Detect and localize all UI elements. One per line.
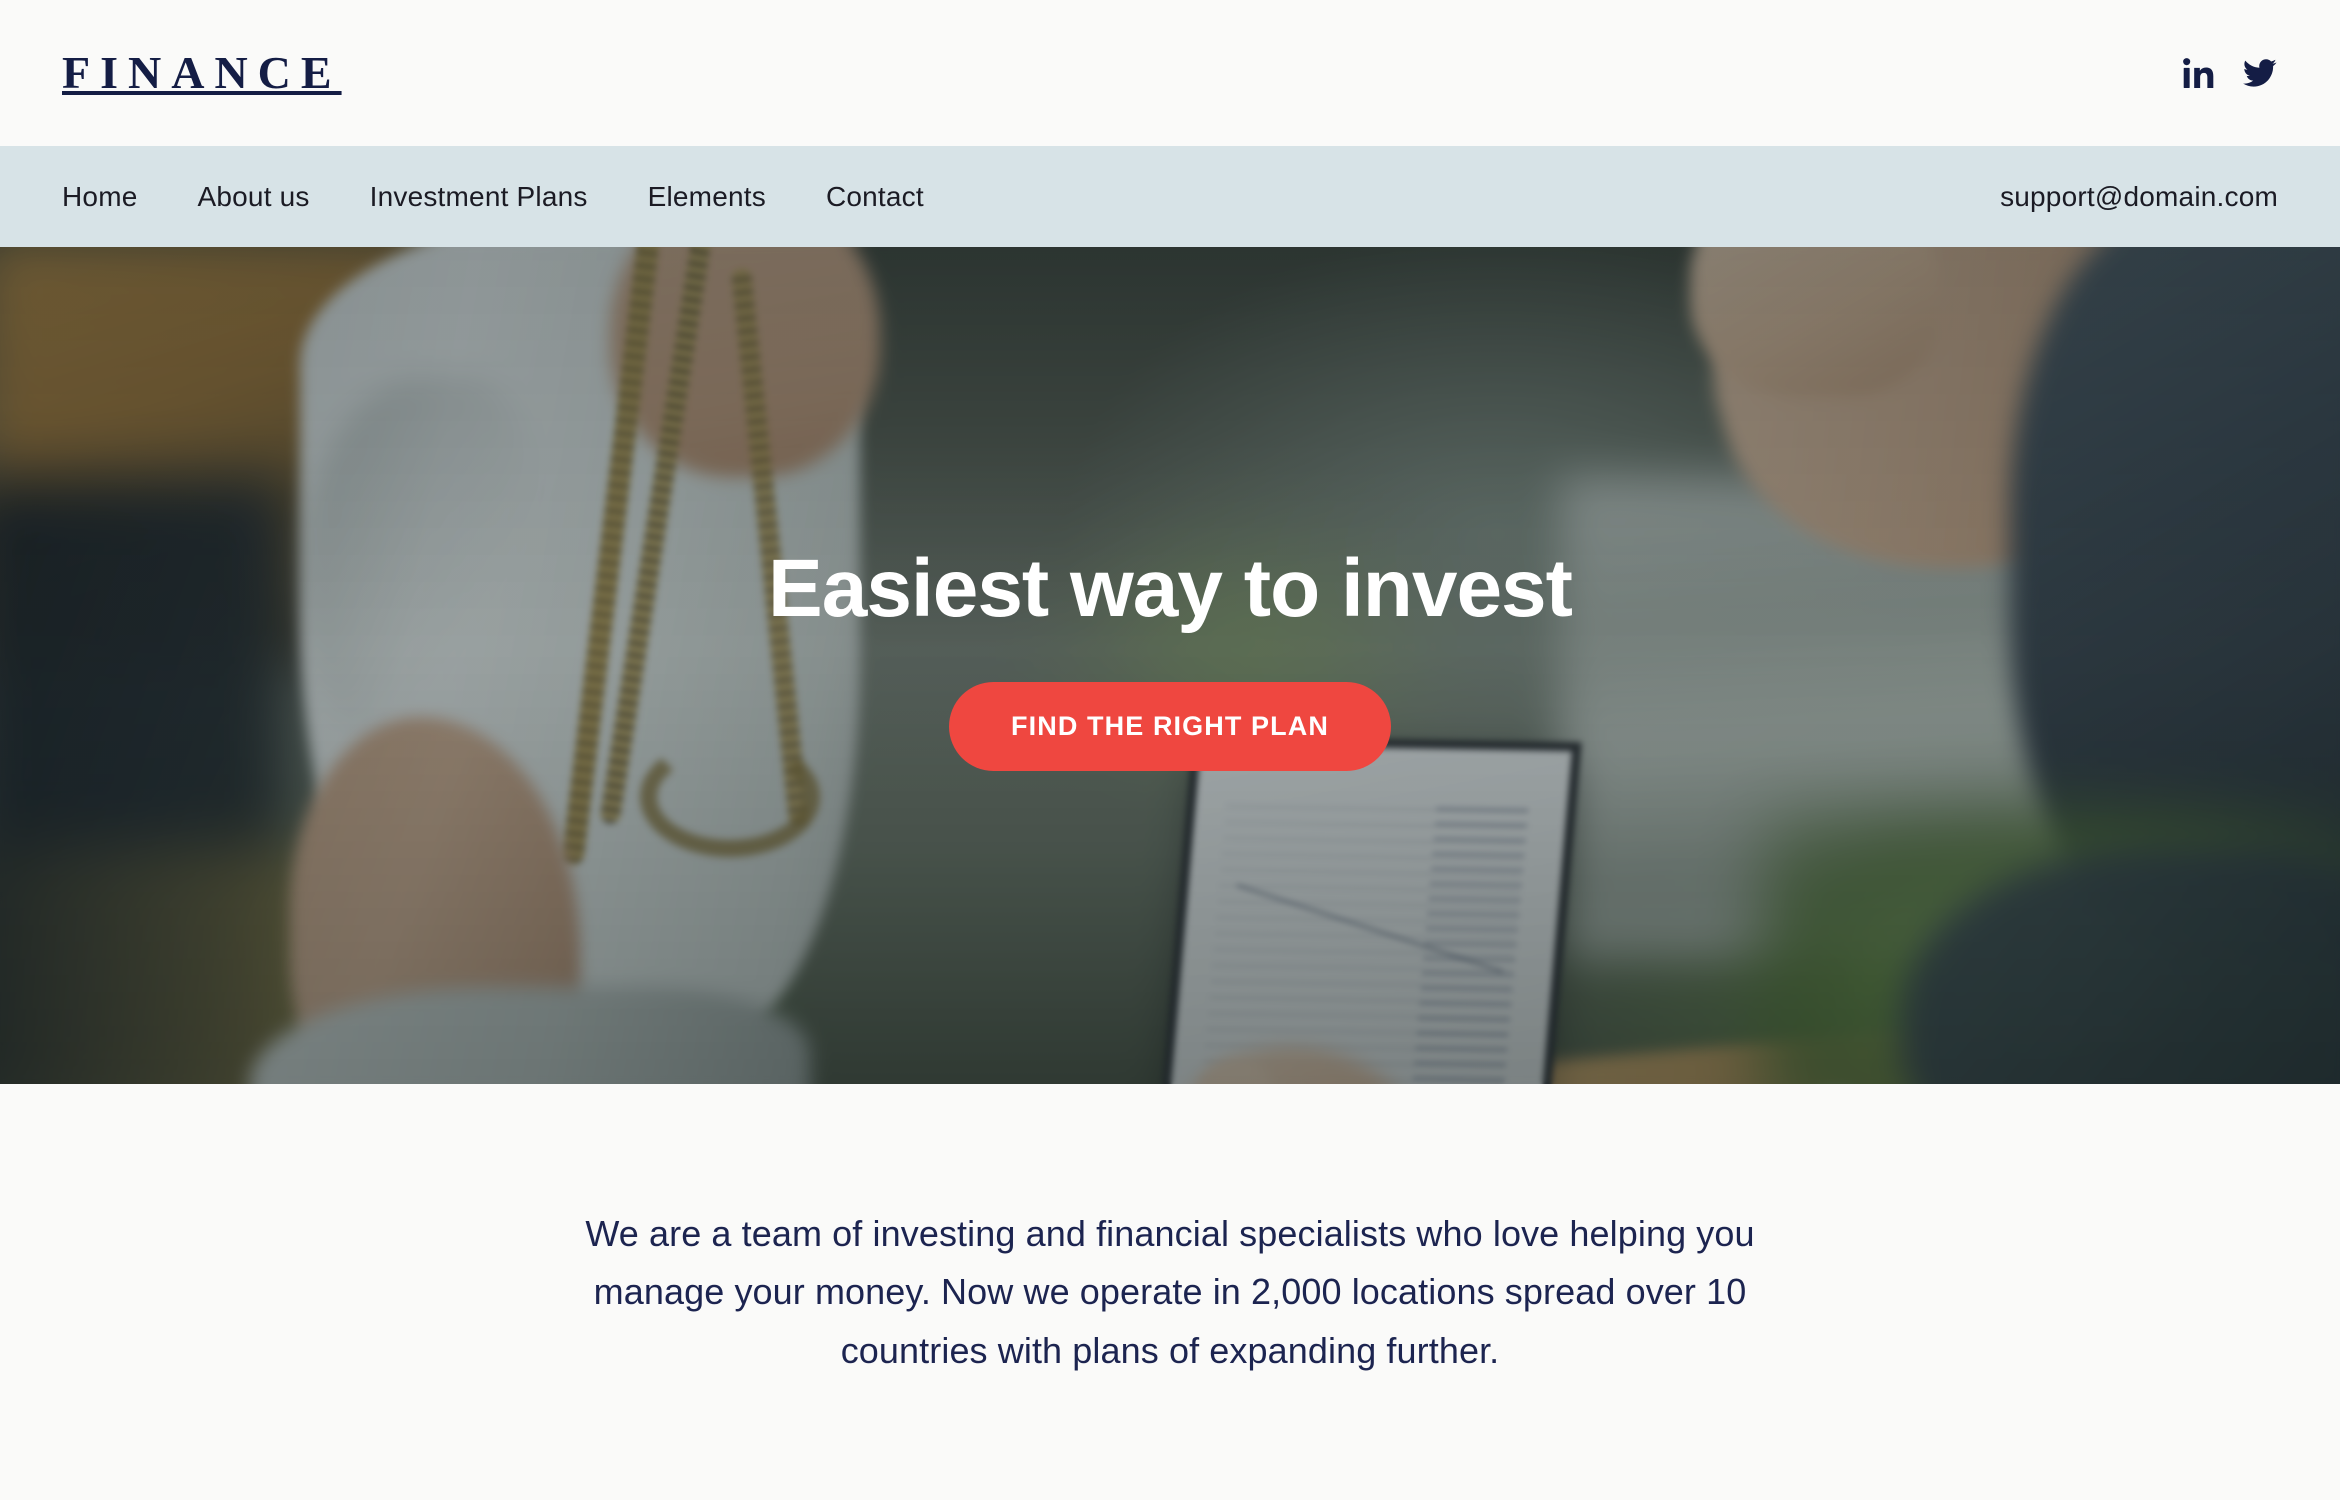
nav-item: Home bbox=[62, 181, 138, 213]
intro-paragraph: We are a team of investing and financial… bbox=[585, 1213, 1755, 1371]
sidebar-item-about-us[interactable]: About us bbox=[198, 181, 310, 212]
site-logo[interactable]: FINANCE bbox=[62, 50, 342, 96]
hero-section: Easiest way to invest FIND THE RIGHT PLA… bbox=[0, 247, 2340, 1084]
sidebar-item-contact[interactable]: Contact bbox=[826, 181, 924, 212]
nav-item: Elements bbox=[648, 181, 766, 213]
nav-item: Contact bbox=[826, 181, 924, 213]
twitter-icon[interactable] bbox=[2242, 56, 2278, 90]
main-navigation: Home About us Investment Plans Elements … bbox=[0, 146, 2340, 247]
intro-section: We are a team of investing and financial… bbox=[0, 1084, 2340, 1500]
page-title: Easiest way to invest bbox=[768, 542, 1573, 634]
find-the-right-plan-button[interactable]: FIND THE RIGHT PLAN bbox=[949, 682, 1391, 772]
support-email-link[interactable]: support@domain.com bbox=[2000, 181, 2278, 213]
hero-content: Easiest way to invest FIND THE RIGHT PLA… bbox=[0, 247, 2340, 1084]
nav-item: Investment Plans bbox=[370, 181, 588, 213]
social-links bbox=[2182, 56, 2278, 90]
sidebar-item-home[interactable]: Home bbox=[62, 181, 138, 212]
linkedin-icon[interactable] bbox=[2182, 56, 2216, 90]
nav-list: Home About us Investment Plans Elements … bbox=[62, 181, 924, 213]
sidebar-item-elements[interactable]: Elements bbox=[648, 181, 766, 212]
nav-item: About us bbox=[198, 181, 310, 213]
site-header: FINANCE bbox=[0, 0, 2340, 146]
sidebar-item-investment-plans[interactable]: Investment Plans bbox=[370, 181, 588, 212]
